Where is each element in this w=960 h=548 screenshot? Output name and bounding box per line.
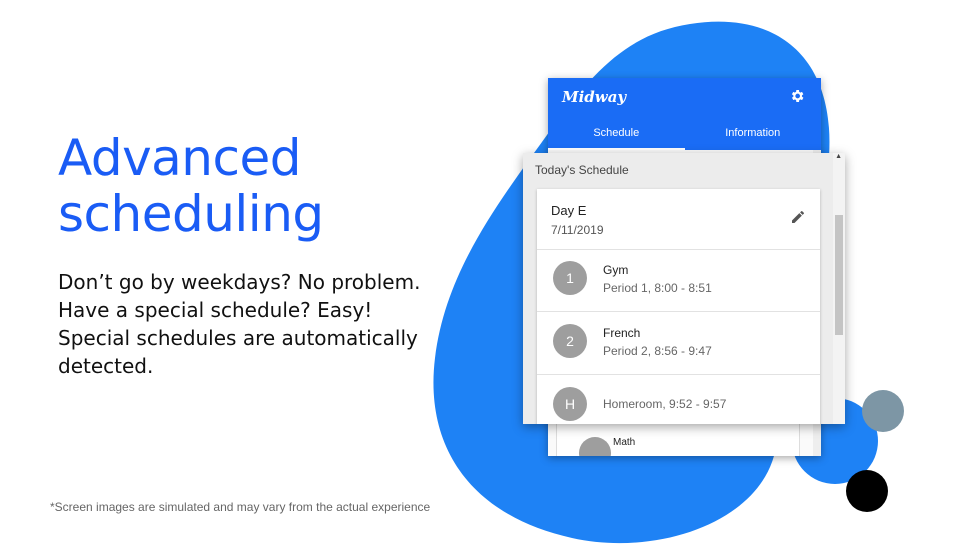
slide-title-line-2: scheduling (58, 185, 324, 243)
period-badge: 1 (553, 261, 587, 295)
tab-information[interactable]: Information (685, 122, 822, 150)
app-logo: Midway (562, 88, 627, 106)
period-time: Period 1, 8:00 - 8:51 (603, 281, 712, 295)
gear-icon[interactable] (789, 88, 805, 104)
period-item[interactable]: 2 French Period 2, 8:56 - 9:47 (537, 312, 820, 375)
tab-bar: Schedule Information (548, 122, 821, 150)
slide-title: Advanced scheduling (58, 130, 324, 242)
panel-heading: Today's Schedule (535, 163, 629, 177)
period-item[interactable]: 1 Gym Period 1, 8:00 - 8:51 (537, 249, 820, 312)
period-name: French (603, 326, 641, 340)
decorative-circle-gray (862, 390, 904, 432)
active-tab-indicator (548, 148, 685, 150)
decorative-circle-black (846, 470, 888, 512)
period-name: Gym (603, 263, 629, 277)
period-time: Period 2, 8:56 - 9:47 (603, 344, 712, 358)
pencil-icon[interactable] (790, 209, 806, 225)
back-avatar-math (579, 437, 611, 456)
panel-scrollbar[interactable]: ▲ (833, 153, 845, 424)
period-badge: H (553, 387, 587, 421)
period-badge: 2 (553, 324, 587, 358)
scroll-up-arrow-icon[interactable]: ▲ (835, 153, 842, 160)
tab-schedule[interactable]: Schedule (548, 122, 685, 150)
schedule-card: Day E 7/11/2019 1 Gym Period 1, 8:00 - 8… (537, 189, 820, 424)
slide-body-text: Don’t go by weekdays? No problem. Have a… (58, 270, 421, 378)
disclaimer-text: *Screen images are simulated and may var… (50, 500, 431, 514)
schedule-panel: Today's Schedule ▲ Day E 7/11/2019 1 Gym… (523, 153, 845, 424)
period-item[interactable]: H Homeroom, 9:52 - 9:57 (537, 375, 820, 424)
day-header: Day E 7/11/2019 (537, 189, 820, 250)
app-header: Midway Schedule Information (548, 78, 821, 150)
day-date: 7/11/2019 (551, 223, 604, 237)
slide-title-line-1: Advanced (58, 129, 301, 187)
back-item-label: Math (613, 437, 636, 448)
period-time: Homeroom, 9:52 - 9:57 (603, 397, 727, 411)
scrollbar-thumb[interactable] (835, 215, 843, 335)
day-title: Day E (551, 203, 587, 218)
